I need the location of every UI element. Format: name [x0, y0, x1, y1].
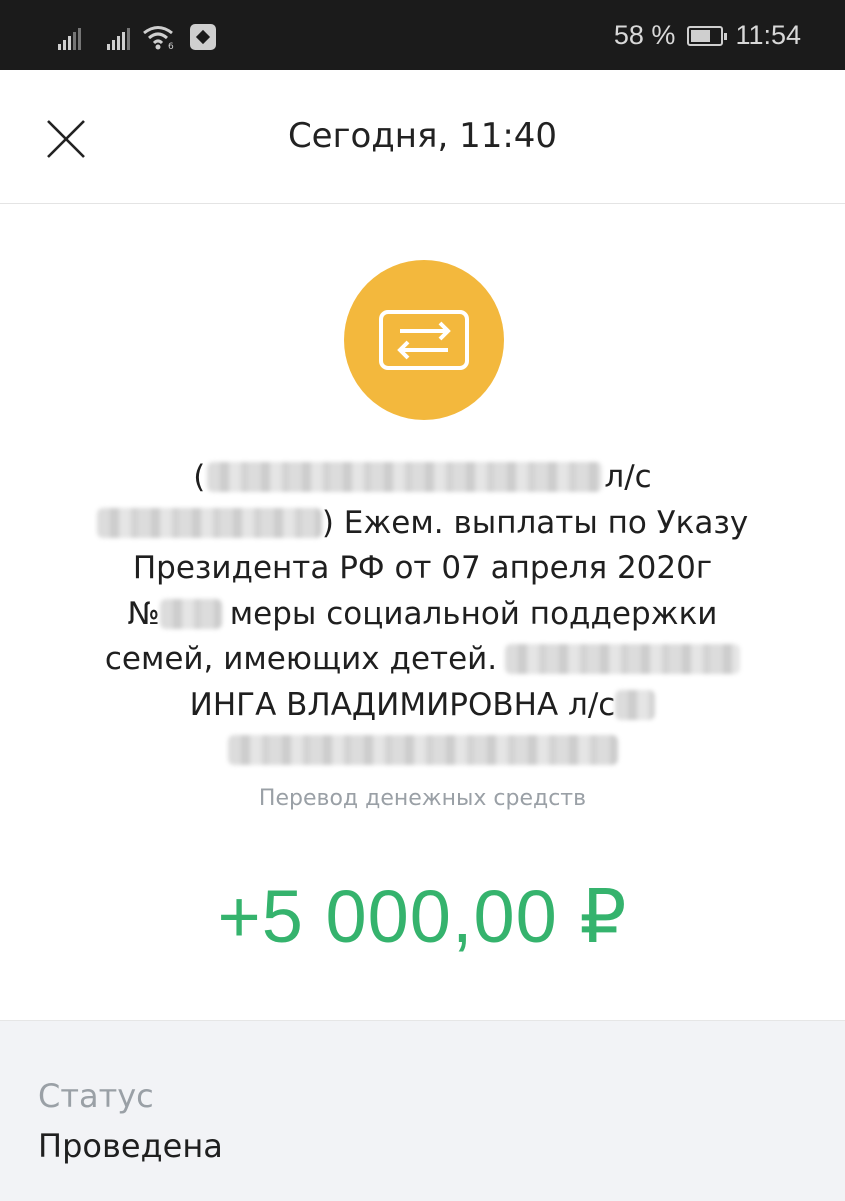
operation-type: Перевод денежных средств: [258, 786, 587, 811]
wifi-icon: 6: [143, 26, 174, 50]
operation-icon: [344, 260, 504, 420]
description-line: ) Ежем. выплаты по Указу: [90, 501, 755, 547]
nfc-icon: [190, 24, 216, 50]
status-bar-right: 58 % 11:54: [614, 20, 801, 51]
status-section: Статус Проведена: [0, 1020, 845, 1201]
operation-description: (л/с ) Ежем. выплаты по Указу Президента…: [90, 455, 755, 774]
transfer-arrows-icon: [379, 310, 469, 370]
signal-icon: [58, 26, 81, 50]
redacted-text: [96, 507, 322, 538]
description-line: № меры социальной поддержки: [127, 595, 718, 632]
description-line: [90, 728, 755, 774]
redacted-text: [615, 689, 656, 720]
clock: 11:54: [735, 20, 801, 50]
redacted-text: [159, 598, 222, 629]
header: Сегодня, 11:40: [0, 70, 845, 204]
description-line: (л/с: [193, 459, 652, 495]
redacted-text: [227, 735, 618, 765]
status-value: Проведена: [38, 1127, 223, 1165]
signal-icon: [107, 26, 130, 50]
description-line: ИНГА ВЛАДИМИРОВНА л/с: [90, 683, 755, 729]
svg-text:6: 6: [168, 42, 174, 50]
battery-icon: [687, 25, 728, 46]
status-label: Статус: [38, 1077, 154, 1115]
redacted-text: [505, 644, 741, 674]
redacted-text: [207, 462, 603, 492]
amount: +5 000,00 ₽: [217, 875, 628, 958]
page-title: Сегодня, 11:40: [287, 116, 558, 156]
status-bar: 6 58 % 11:54: [0, 0, 845, 70]
status-bar-left: 6: [58, 22, 216, 50]
description-line: семей, имеющих детей.: [90, 637, 755, 683]
description-line: Президента РФ от 07 апреля 2020г: [132, 550, 713, 586]
battery-percent: 58 %: [613, 20, 676, 50]
